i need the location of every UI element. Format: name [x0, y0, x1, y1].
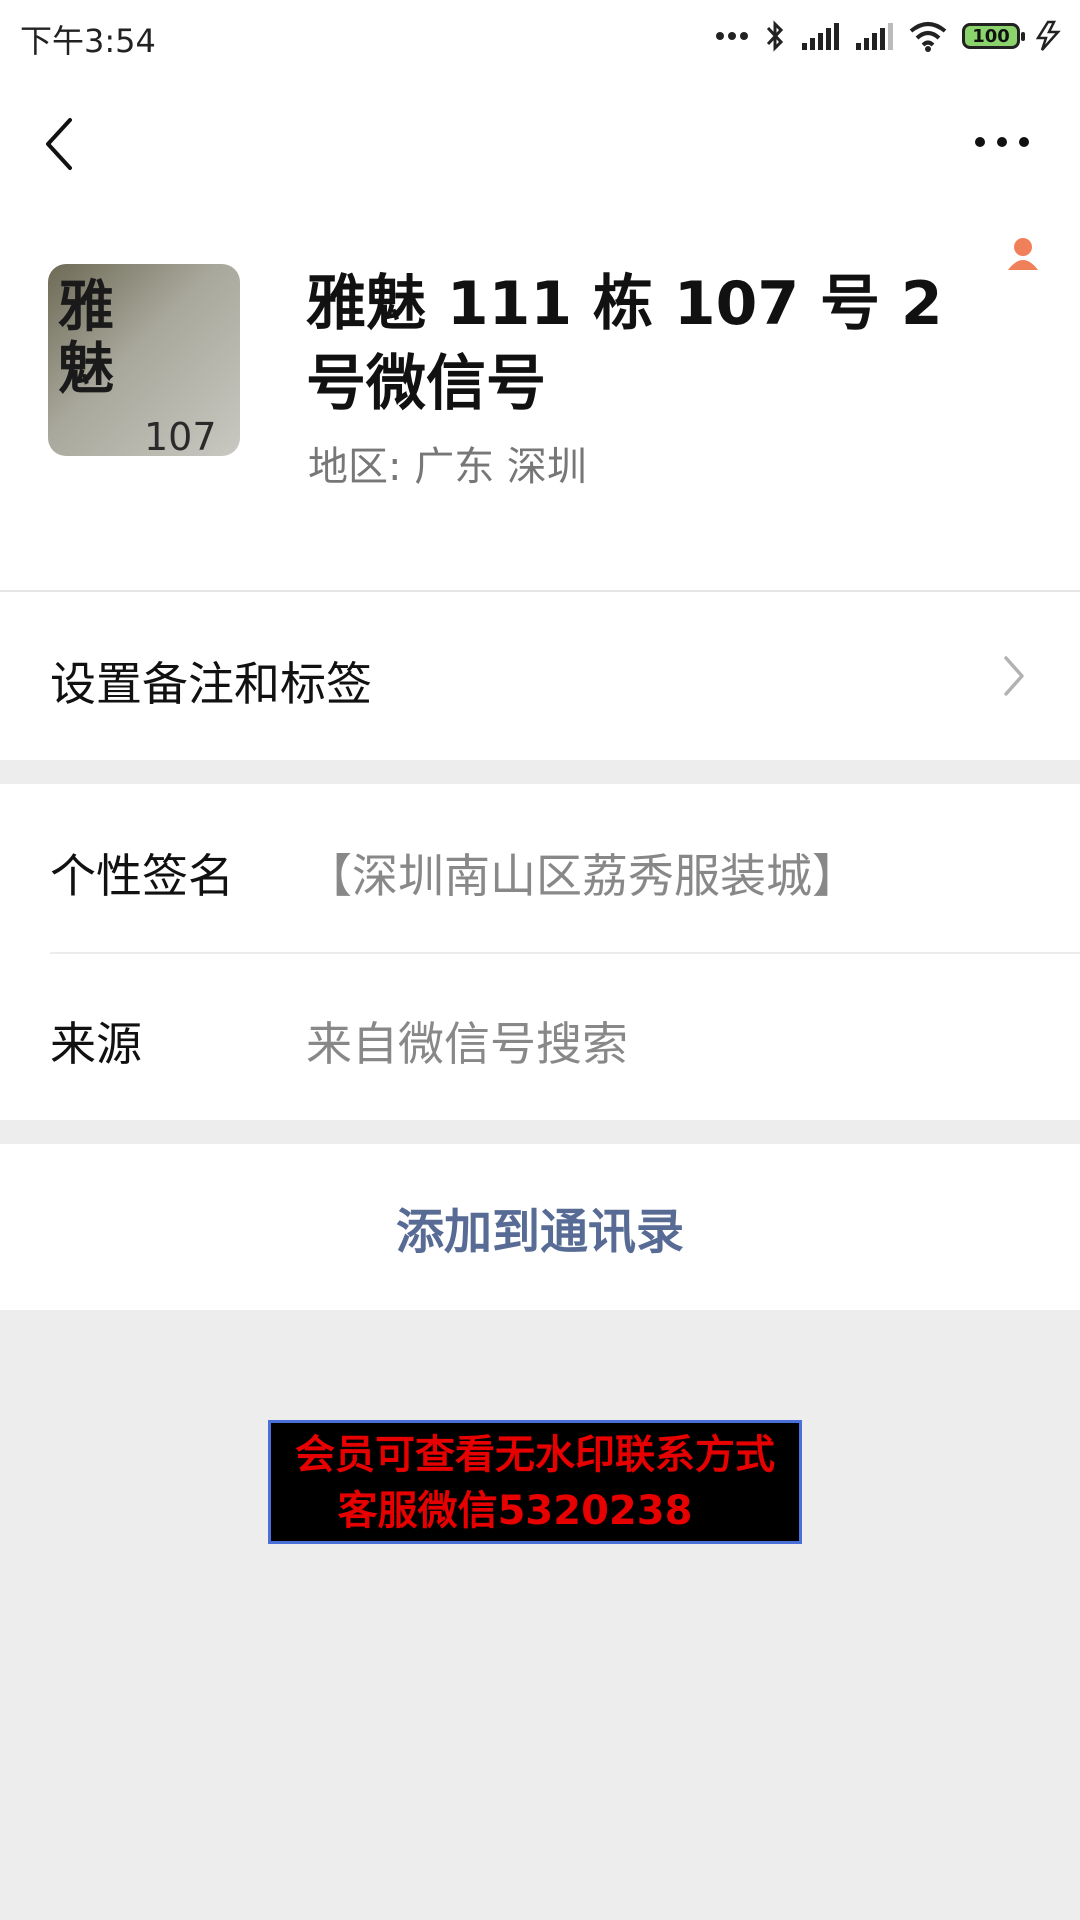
avatar-number: 107 — [144, 415, 217, 456]
battery-icon: 100 — [962, 23, 1025, 49]
profile-header: 雅 魅 107 雅魅 111 栋 107 号 2 号微信号 地区: 广东 深圳 — [0, 72, 1080, 590]
signature-label: 个性签名 — [50, 849, 234, 903]
more-button[interactable] — [972, 132, 1032, 152]
status-bar: 下午3:54 100 — [0, 0, 1080, 72]
avatar[interactable]: 雅 魅 107 — [48, 264, 240, 456]
wifi-icon — [909, 22, 947, 52]
watermark-line2: 客服微信5320238 — [337, 1488, 693, 1534]
watermark-line1: 会员可查看无水印联系方式 — [295, 1432, 775, 1478]
status-time: 下午3:54 — [20, 22, 156, 60]
remark-tags-row[interactable]: 设置备注和标签 — [0, 592, 1080, 760]
signal-icon — [802, 23, 839, 50]
add-contact-section: 添加到通讯录 — [0, 1144, 1080, 1310]
add-contact-button[interactable]: 添加到通讯录 — [0, 1144, 1080, 1310]
signature-row: 个性签名 【深圳南山区荔秀服装城】 — [0, 784, 1080, 954]
status-icons: 100 — [714, 14, 1062, 58]
avatar-char-2: 魅 — [58, 336, 114, 402]
profile-name: 雅魅 111 栋 107 号 2 号微信号 — [306, 269, 943, 419]
info-section: 个性签名 【深圳南山区荔秀服装城】 来源 来自微信号搜索 — [0, 784, 1080, 1120]
source-label: 来源 — [50, 1017, 142, 1071]
bluetooth-icon — [766, 20, 784, 52]
person-badge-icon — [1008, 238, 1038, 270]
source-value: 来自微信号搜索 — [306, 1017, 628, 1071]
chevron-right-icon — [1004, 656, 1024, 696]
more-dots-icon — [716, 32, 748, 40]
source-row: 来源 来自微信号搜索 — [0, 952, 1080, 1120]
signal-icon — [856, 23, 893, 50]
remark-tags-label: 设置备注和标签 — [50, 657, 372, 711]
avatar-char-1: 雅 — [58, 274, 114, 340]
profile-name-block: 雅魅 111 栋 107 号 2 号微信号 — [306, 264, 986, 424]
profile-region: 地区: 广东 深圳 — [308, 444, 587, 490]
watermark-banner: 会员可查看无水印联系方式 客服微信5320238 — [268, 1420, 802, 1544]
signature-value: 【深圳南山区荔秀服装城】 — [306, 849, 858, 903]
back-button[interactable] — [40, 114, 80, 174]
battery-level: 100 — [972, 25, 1010, 47]
charging-icon — [1035, 20, 1061, 51]
